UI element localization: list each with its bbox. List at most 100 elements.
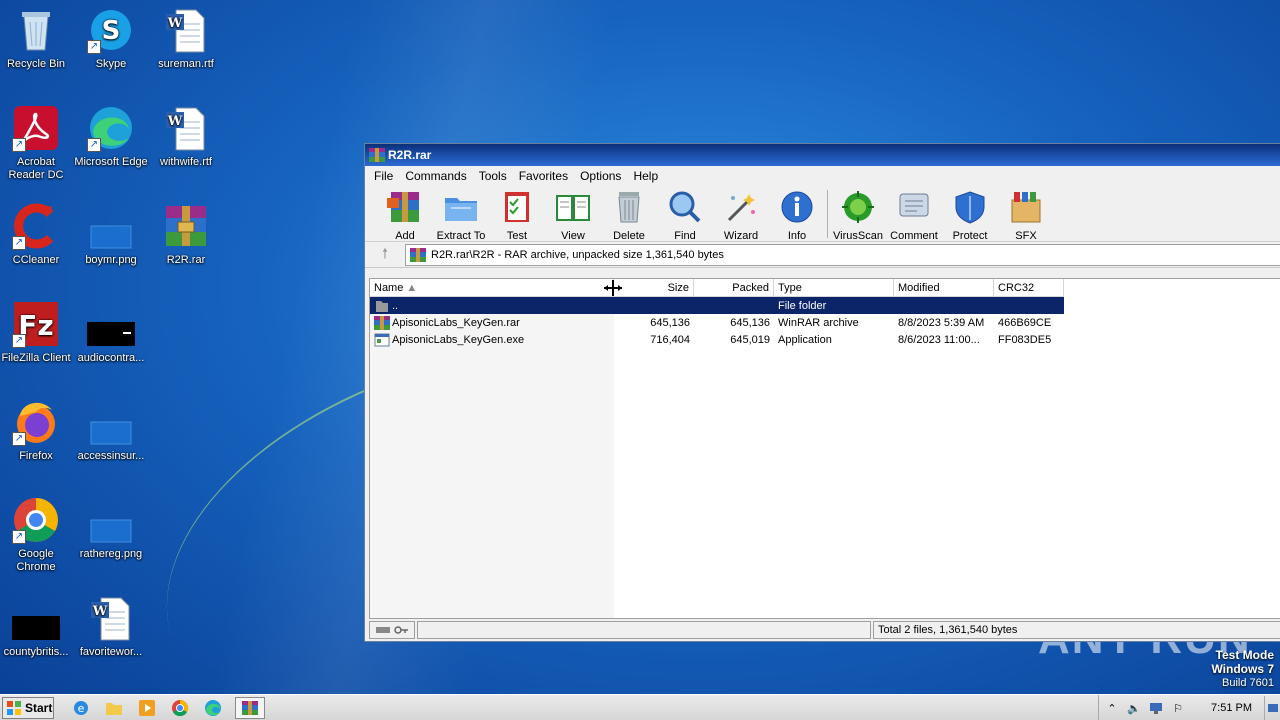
comment-label: Comment (890, 230, 938, 242)
test-mode-line: Test Mode (1215, 648, 1274, 662)
network-button[interactable] (1147, 699, 1165, 717)
show-hidden-icons-button[interactable]: ⌃ (1103, 699, 1121, 717)
desktop-icon-boymr-png[interactable]: boymr.png (73, 202, 149, 267)
view-label: View (561, 230, 585, 242)
desktop-icon-r2r-rar[interactable]: R2R.rar (148, 202, 224, 267)
test-button[interactable]: Test (489, 190, 545, 242)
protect-button[interactable]: Protect (942, 190, 998, 242)
volume-button[interactable]: 🔈 (1125, 699, 1143, 717)
desktop-icon-label: CCleaner (12, 254, 60, 266)
winrar-icon (242, 700, 258, 715)
column-modified[interactable]: Modified (894, 279, 994, 297)
trash-icon (618, 192, 640, 223)
show-desktop-button[interactable] (1264, 696, 1280, 720)
column-name[interactable]: Name ▲ (370, 279, 614, 297)
taskbar-chrome[interactable] (169, 697, 191, 719)
sfx-label: SFX (1015, 230, 1037, 242)
menu-help[interactable]: Help (627, 169, 664, 183)
desktop-icon-countybritis[interactable]: countybritis... (0, 594, 74, 659)
table-row[interactable]: .. File folder (370, 297, 1064, 314)
status-bar: Total 2 files, 1,361,540 bytes (365, 619, 1280, 641)
column-header: Name ▲ Size Packed Type Modified CRC32 (370, 279, 1064, 297)
shortcut-arrow-icon: ↗ (87, 138, 101, 152)
menu-tools[interactable]: Tools (473, 169, 513, 183)
taskbar-explorer[interactable] (103, 697, 125, 719)
word-document-icon: W (162, 6, 210, 54)
desktop-icon-accessinsur[interactable]: accessinsur... (73, 398, 149, 463)
drive-icon (376, 627, 390, 633)
up-folder-button[interactable]: 🠕 (365, 243, 405, 267)
magic-wand-icon (727, 194, 755, 222)
path-field[interactable]: R2R.rar\R2R - RAR archive, unpacked size… (405, 243, 1280, 266)
parent-folder-icon (376, 300, 388, 312)
table-row[interactable]: ApisonicLabs_KeyGen.rar 645,136 645,136 … (370, 314, 1064, 331)
taskbar-media-player[interactable] (136, 697, 158, 719)
desktop-icon (1267, 704, 1278, 712)
skype-icon: S ↗ (87, 6, 135, 54)
winrar-window[interactable]: R2R.rar File Commands Tools Favorites Op… (364, 143, 1280, 642)
resize-cursor-icon (604, 280, 622, 296)
desktop-icon-rathereg-png[interactable]: rathereg.png (73, 496, 149, 561)
desktop-icon-audiocontra[interactable]: audiocontra... (73, 300, 149, 365)
desktop-icon-chrome[interactable]: ↗ Google Chrome (0, 496, 74, 574)
column-packed[interactable]: Packed (694, 279, 774, 297)
title-bar[interactable]: R2R.rar (365, 144, 1280, 166)
menu-favorites[interactable]: Favorites (513, 169, 574, 183)
shortcut-arrow-icon: ↗ (12, 334, 26, 348)
virusscan-button[interactable]: VirusScan (830, 190, 886, 242)
desktop-icon-recycle-bin[interactable]: Recycle Bin (0, 6, 74, 71)
build-line: Build 7601 (1222, 677, 1274, 689)
desktop-icon-withwife-rtf[interactable]: W withwife.rtf (148, 104, 224, 169)
column-size[interactable]: Size (614, 279, 694, 297)
sort-ascending-icon: ▲ (406, 282, 418, 294)
taskbar-winrar[interactable] (235, 696, 265, 719)
desktop-icon-acrobat[interactable]: ↗ Acrobat Reader DC (0, 104, 74, 182)
menu-commands[interactable]: Commands (399, 169, 472, 183)
desktop-icon-firefox[interactable]: ↗ Firefox (0, 398, 74, 463)
column-type[interactable]: Type (774, 279, 894, 297)
status-drive-indicator[interactable] (369, 621, 415, 639)
action-center-button[interactable]: ⚐ (1169, 699, 1187, 717)
desktop-icon-label: rathereg.png (79, 548, 143, 560)
menu-options[interactable]: Options (574, 169, 627, 183)
desktop-icon-label: Microsoft Edge (74, 156, 148, 168)
cell-name: ApisonicLabs_KeyGen.exe (370, 333, 614, 347)
file-packed: 645,136 (730, 316, 770, 329)
clock[interactable]: 7:51 PM (1211, 702, 1252, 714)
desktop-icon-label: Skype (95, 58, 127, 70)
view-button[interactable]: View (545, 190, 601, 242)
menu-file[interactable]: File (368, 169, 399, 183)
info-button[interactable]: Info (769, 190, 825, 242)
taskbar-edge[interactable] (202, 697, 224, 719)
toolbar: Add Extract To Test View Delete Find Wiz… (365, 186, 1280, 242)
windows-version-line: Windows 7 (1211, 662, 1274, 676)
desktop-icon-ccleaner[interactable]: ↗ CCleaner (0, 202, 74, 267)
address-bar: 🠕 R2R.rar\R2R - RAR archive, unpacked si… (365, 242, 1280, 268)
find-button[interactable]: Find (657, 190, 713, 242)
table-row[interactable]: ApisonicLabs_KeyGen.exe 716,404 645,019 … (370, 331, 1064, 348)
sfx-button[interactable]: SFX (998, 190, 1054, 242)
desktop-icon-label: Recycle Bin (6, 58, 66, 70)
svg-text:W: W (167, 114, 183, 129)
taskbar-ie[interactable]: e (70, 697, 92, 719)
wizard-button[interactable]: Wizard (713, 190, 769, 242)
file-type: WinRAR archive (778, 316, 859, 329)
desktop-icon-sureman-rtf[interactable]: W sureman.rtf (148, 6, 224, 71)
file-type: Application (778, 333, 832, 346)
add-button[interactable]: Add (377, 190, 433, 242)
desktop-icon-favoritewor[interactable]: W favoritewor... (73, 594, 149, 659)
desktop-icon-edge[interactable]: ↗ Microsoft Edge (73, 104, 149, 169)
file-list[interactable]: Name ▲ Size Packed Type Modified CRC32 .… (369, 278, 1280, 619)
find-label: Find (674, 230, 696, 242)
desktop-icon-filezilla[interactable]: Fz ↗ FileZilla Client (0, 300, 74, 365)
start-button[interactable]: Start (2, 696, 54, 719)
chrome-icon: ↗ (12, 496, 60, 544)
shortcut-arrow-icon: ↗ (12, 138, 26, 152)
word-document-icon: W (87, 594, 135, 642)
delete-button[interactable]: Delete (601, 190, 657, 242)
path-text: R2R.rar\R2R - RAR archive, unpacked size… (431, 248, 724, 261)
desktop-icon-skype[interactable]: S ↗ Skype (73, 6, 149, 71)
comment-button[interactable]: Comment (886, 190, 942, 242)
column-crc32[interactable]: CRC32 (994, 279, 1064, 297)
extract-to-button[interactable]: Extract To (433, 190, 489, 242)
